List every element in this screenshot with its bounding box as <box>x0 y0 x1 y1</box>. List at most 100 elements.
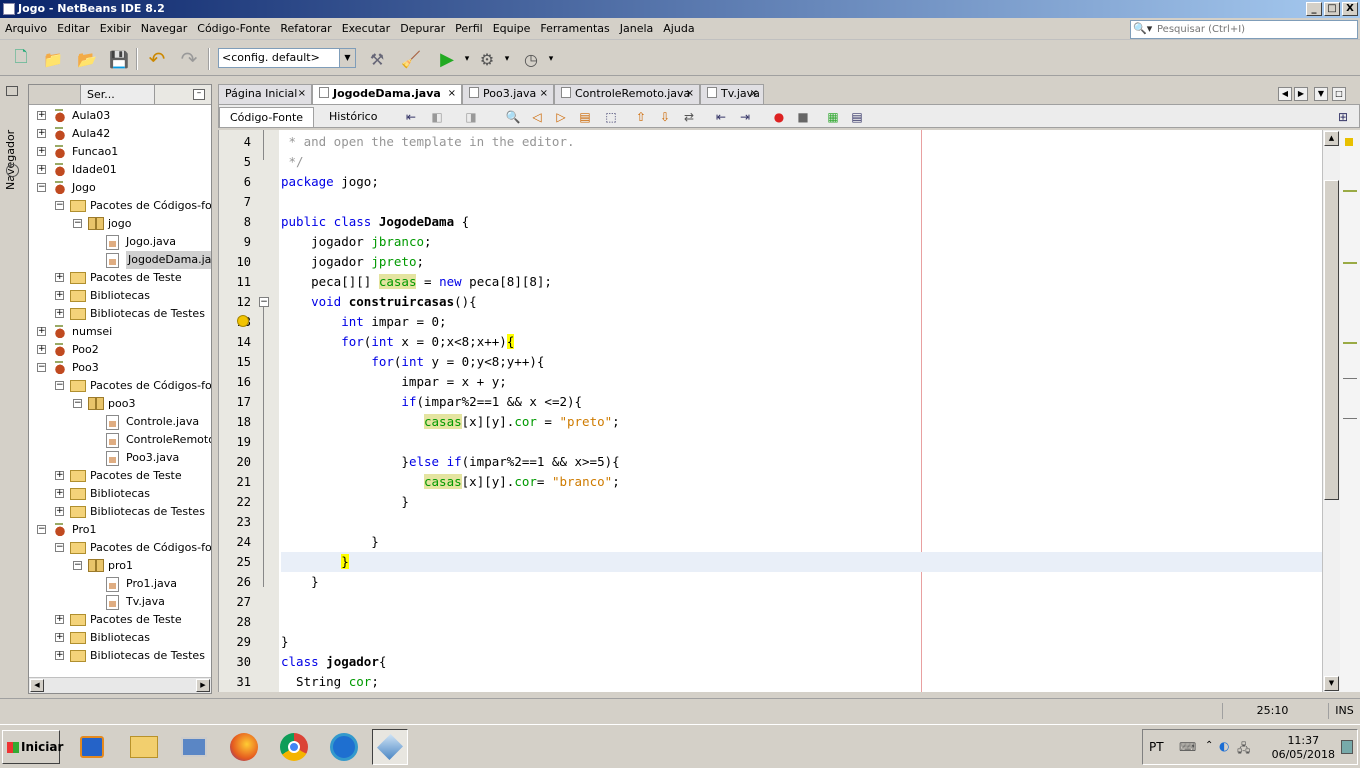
caret-marker[interactable] <box>1343 378 1357 379</box>
expand-toggle-icon[interactable]: + <box>55 633 64 642</box>
caret-marker[interactable] <box>1343 418 1357 419</box>
tree-node[interactable]: Bibliotecas <box>90 629 150 647</box>
toggle-highlight-icon[interactable]: ▤ <box>577 109 593 125</box>
tab-editor[interactable]: Poo3.java × <box>462 84 554 104</box>
ccleaner-tray-icon[interactable]: ◐ <box>1219 739 1229 753</box>
tab-scroll-right-icon[interactable]: ▶ <box>1294 87 1308 101</box>
scroll-down-icon[interactable]: ▼ <box>1324 676 1339 691</box>
code-area[interactable]: * and open the template in the editor. *… <box>281 130 1323 692</box>
menu-item[interactable]: Janela <box>615 18 659 40</box>
split-editor-icon[interactable]: ⊞ <box>1335 109 1351 125</box>
menu-item[interactable]: Refatorar <box>275 18 336 40</box>
menu-item[interactable]: Ajuda <box>658 18 699 40</box>
tree-node[interactable]: Bibliotecas <box>90 485 150 503</box>
tree-node[interactable]: ControleRemoto.java <box>126 431 211 449</box>
tree-node[interactable]: Pacotes de Códigos-fonte <box>90 539 211 557</box>
code-line[interactable]: void construircasas(){ <box>281 292 477 312</box>
file-explorer-icon[interactable] <box>126 729 162 765</box>
open-project-icon[interactable]: 📂 <box>74 46 100 72</box>
tree-node[interactable]: Pacotes de Códigos-fonte <box>90 377 211 395</box>
caret-position[interactable]: 25:10 <box>1222 703 1322 719</box>
tree-node[interactable]: Pacotes de Teste <box>90 269 182 287</box>
find-icon[interactable]: 🔍 <box>505 109 521 125</box>
insert-mode[interactable]: INS <box>1328 703 1360 719</box>
occurrence-marker[interactable] <box>1343 190 1357 192</box>
build-icon[interactable]: ⚒ <box>364 46 390 72</box>
code-line[interactable]: * and open the template in the editor. <box>281 132 575 152</box>
code-line[interactable]: impar = x + y; <box>281 372 506 392</box>
tab-editor[interactable]: Página Inicial × <box>218 84 312 104</box>
close-button[interactable]: X <box>1342 2 1358 16</box>
code-line[interactable]: class jogador{ <box>281 652 386 672</box>
expand-toggle-icon[interactable]: − <box>37 525 46 534</box>
ccleaner-icon[interactable] <box>326 729 362 765</box>
code-line[interactable]: peca[][] casas = new peca[8][8]; <box>281 272 552 292</box>
expand-toggle-icon[interactable]: − <box>55 543 64 552</box>
expand-toggle-icon[interactable]: − <box>37 183 46 192</box>
expand-toggle-icon[interactable]: + <box>37 327 46 336</box>
expand-toggle-icon[interactable]: − <box>55 201 64 210</box>
start-button[interactable]: Iniciar <box>2 730 63 764</box>
tree-node[interactable]: Funcao1 <box>72 143 118 161</box>
code-line[interactable]: } <box>281 552 1323 572</box>
scroll-left-icon[interactable]: ◀ <box>30 679 44 692</box>
tree-node[interactable]: Aula03 <box>72 107 110 125</box>
clean-build-icon[interactable]: 🧹 <box>398 46 424 72</box>
tree-node[interactable]: poo3 <box>108 395 135 413</box>
redo-icon[interactable]: ↷ <box>176 46 202 72</box>
menu-item[interactable]: Equipe <box>488 18 536 40</box>
last-edit-icon[interactable]: ⇤ <box>403 109 419 125</box>
menu-item[interactable]: Código-Fonte <box>192 18 275 40</box>
search-box[interactable]: 🔍▾ <box>1130 20 1358 39</box>
tab-editor[interactable]: JogodeDama.java × <box>312 84 462 104</box>
tab-scroll-left-icon[interactable]: ◀ <box>1278 87 1292 101</box>
expand-toggle-icon[interactable]: + <box>55 309 64 318</box>
expand-toggle-icon[interactable]: + <box>55 273 64 282</box>
comment-icon[interactable]: ▦ <box>825 109 841 125</box>
expand-toggle-icon[interactable]: + <box>55 489 64 498</box>
new-file-icon[interactable]: 🗋 <box>8 46 34 72</box>
expand-toggle-icon[interactable]: + <box>55 615 64 624</box>
tab-editor[interactable]: ControleRemoto.java × <box>554 84 700 104</box>
config-select[interactable]: <config. default> ▼ <box>218 48 356 68</box>
tree-node[interactable]: Bibliotecas de Testes <box>90 305 205 323</box>
horizontal-scrollbar[interactable]: ◀ ▶ <box>29 677 211 693</box>
tab-list-icon[interactable]: ▼ <box>1314 87 1328 101</box>
toggle-rect-selection-icon[interactable]: ⬚ <box>603 109 619 125</box>
menu-item[interactable]: Arquivo <box>0 18 52 40</box>
code-editor[interactable]: 4567891011121314151617181920212223242526… <box>218 130 1340 692</box>
close-tab-icon[interactable]: × <box>750 85 758 103</box>
scroll-right-icon[interactable]: ▶ <box>196 679 210 692</box>
search-input[interactable] <box>1157 22 1355 37</box>
next-bookmark-icon[interactable]: ⇩ <box>657 109 673 125</box>
expand-toggle-icon[interactable]: + <box>37 147 46 156</box>
show-desktop-icon[interactable] <box>1341 740 1353 754</box>
menu-item[interactable]: Depurar <box>395 18 450 40</box>
code-line[interactable]: if(impar%2==1 && x <=2){ <box>281 392 582 412</box>
expand-toggle-icon[interactable]: + <box>37 345 46 354</box>
clock[interactable]: 11:37 06/05/2018 <box>1272 734 1335 762</box>
code-line[interactable]: package jogo; <box>281 172 379 192</box>
netbeans-task-icon[interactable] <box>372 729 408 765</box>
occurrence-marker[interactable] <box>1343 342 1357 344</box>
tree-node[interactable]: JogodeDama.java <box>126 251 211 269</box>
close-tab-icon[interactable]: × <box>686 85 694 103</box>
tree-node[interactable]: jogo <box>108 215 132 233</box>
expand-toggle-icon[interactable]: + <box>37 129 46 138</box>
code-line[interactable]: for(int x = 0;x<8;x++){ <box>281 332 515 352</box>
tab-source[interactable]: Código-Fonte <box>219 107 315 127</box>
expand-toggle-icon[interactable]: + <box>37 165 46 174</box>
expand-toggle-icon[interactable]: − <box>55 381 64 390</box>
code-line[interactable]: } <box>281 632 289 652</box>
navigator-tab[interactable]: Navegador <box>4 130 17 190</box>
code-line[interactable]: public class JogodeDama { <box>281 212 469 232</box>
network-icon[interactable]: 🖧 <box>1237 739 1250 760</box>
close-tab-icon[interactable]: × <box>540 85 548 103</box>
code-line[interactable]: */ <box>281 152 304 172</box>
tree-node[interactable]: Tv.java <box>126 593 165 611</box>
tab-editor[interactable]: Tv.java × <box>700 84 764 104</box>
code-line[interactable]: jogador jpreto; <box>281 252 424 272</box>
fold-toggle-icon[interactable]: − <box>259 297 269 307</box>
menu-item[interactable]: Editar <box>52 18 95 40</box>
scroll-thumb[interactable] <box>1324 180 1339 500</box>
